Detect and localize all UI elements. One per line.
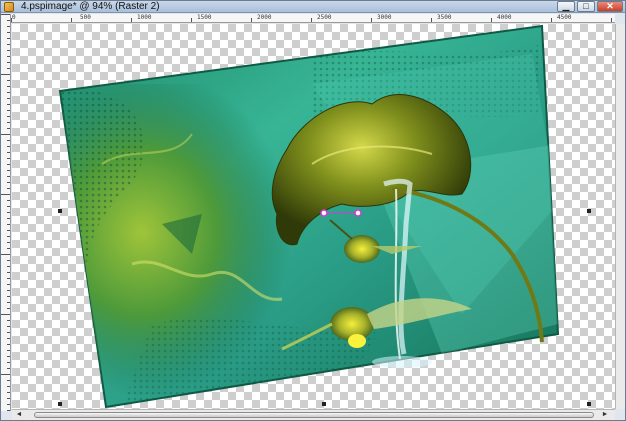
- artwork: [58, 24, 591, 409]
- horizontal-ruler-ticks: [11, 18, 612, 22]
- pspimage-file-icon: [4, 2, 14, 12]
- vertical-ruler[interactable]: [1, 14, 11, 411]
- ruler-label: 1000: [137, 14, 152, 21]
- maximize-button[interactable]: □: [577, 1, 595, 12]
- ruler-label: 4000: [497, 14, 512, 21]
- horizontal-scrollbar[interactable]: ◄ ►: [12, 409, 615, 420]
- minimize-button[interactable]: ▁: [557, 1, 575, 12]
- ruler-label: 4500: [557, 14, 572, 21]
- horizontal-scroll-thumb[interactable]: [34, 412, 594, 418]
- vertical-scrollbar[interactable]: [615, 24, 625, 409]
- image-document-window: 4.pspimage* @ 94% (Raster 2) ▁ □ ✕ 0 500…: [0, 0, 626, 421]
- close-button[interactable]: ✕: [597, 1, 623, 12]
- ruler-label: 3000: [377, 14, 392, 21]
- ruler-label: 2000: [257, 14, 272, 21]
- ruler-label: 2500: [317, 14, 332, 21]
- scroll-left-arrow-icon[interactable]: ◄: [14, 410, 24, 419]
- image-canvas[interactable]: [12, 24, 615, 409]
- vertical-ruler-ticks: [1, 14, 10, 411]
- ruler-label: 1500: [197, 14, 212, 21]
- title-bar[interactable]: 4.pspimage* @ 94% (Raster 2) ▁ □ ✕: [1, 1, 625, 13]
- horizontal-ruler[interactable]: 0 500 1000 1500 2000 2500 3000 3500 4000…: [11, 14, 615, 23]
- ruler-label: 500: [80, 14, 91, 21]
- window-title: 4.pspimage* @ 94% (Raster 2): [21, 1, 160, 12]
- scroll-right-arrow-icon[interactable]: ►: [600, 410, 610, 419]
- ruler-label: 0: [12, 14, 16, 21]
- ruler-label: 3500: [437, 14, 452, 21]
